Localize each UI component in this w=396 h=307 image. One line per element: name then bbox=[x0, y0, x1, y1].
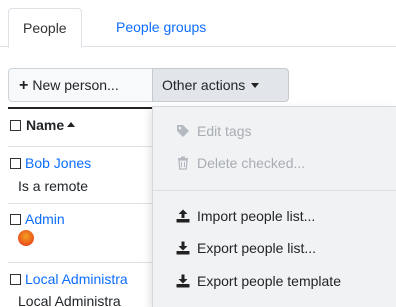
download-icon bbox=[176, 241, 190, 255]
tab-bar: People People groups bbox=[0, 0, 396, 48]
tab-people[interactable]: People bbox=[8, 8, 82, 48]
table-header-name[interactable]: Name bbox=[10, 117, 76, 133]
download-icon bbox=[176, 274, 190, 288]
table-row: Local Administra bbox=[10, 271, 128, 287]
tag-icon bbox=[177, 125, 189, 137]
angry-face-icon bbox=[18, 230, 34, 246]
new-person-button[interactable]: + New person... bbox=[8, 68, 152, 102]
row-name-link[interactable]: Local Administra bbox=[25, 271, 128, 287]
table-row: Bob Jones bbox=[10, 155, 91, 171]
row-divider bbox=[8, 262, 153, 263]
row-divider bbox=[8, 146, 153, 147]
table-row: Admin bbox=[10, 211, 65, 227]
other-actions-button[interactable]: Other actions bbox=[152, 68, 289, 102]
upload-icon bbox=[176, 209, 190, 223]
menu-item-edit-tags[interactable]: Edit tags bbox=[177, 123, 251, 139]
row-checkbox[interactable] bbox=[10, 274, 21, 285]
menu-item-delete-checked[interactable]: Delete checked... bbox=[178, 155, 305, 171]
row-checkbox[interactable] bbox=[10, 158, 21, 169]
select-all-checkbox[interactable] bbox=[10, 120, 21, 131]
row-subtitle: Is a remote bbox=[18, 178, 89, 194]
other-actions-menu: Edit tags Delete checked... Import peopl… bbox=[152, 106, 396, 307]
plus-icon: + bbox=[19, 77, 29, 94]
row-checkbox[interactable] bbox=[10, 214, 21, 225]
row-name-link[interactable]: Bob Jones bbox=[25, 155, 91, 171]
header-name-label: Name bbox=[26, 117, 65, 133]
new-person-label: New person... bbox=[32, 77, 119, 93]
row-divider bbox=[8, 203, 153, 204]
other-actions-label: Other actions bbox=[162, 77, 246, 93]
row-subtitle: Local Administra bbox=[18, 293, 121, 307]
sort-ascending-icon bbox=[67, 122, 76, 127]
menu-item-export-template[interactable]: Export people template bbox=[176, 273, 341, 289]
tab-people-groups[interactable]: People groups bbox=[102, 8, 220, 48]
menu-item-import-people[interactable]: Import people list... bbox=[176, 208, 315, 224]
trash-icon bbox=[178, 156, 188, 170]
caret-down-icon bbox=[251, 83, 260, 88]
menu-divider bbox=[153, 190, 396, 191]
menu-item-export-people[interactable]: Export people list... bbox=[176, 240, 316, 256]
row-name-link[interactable]: Admin bbox=[25, 211, 65, 227]
people-page: People People groups + New person... Othe… bbox=[0, 0, 396, 307]
